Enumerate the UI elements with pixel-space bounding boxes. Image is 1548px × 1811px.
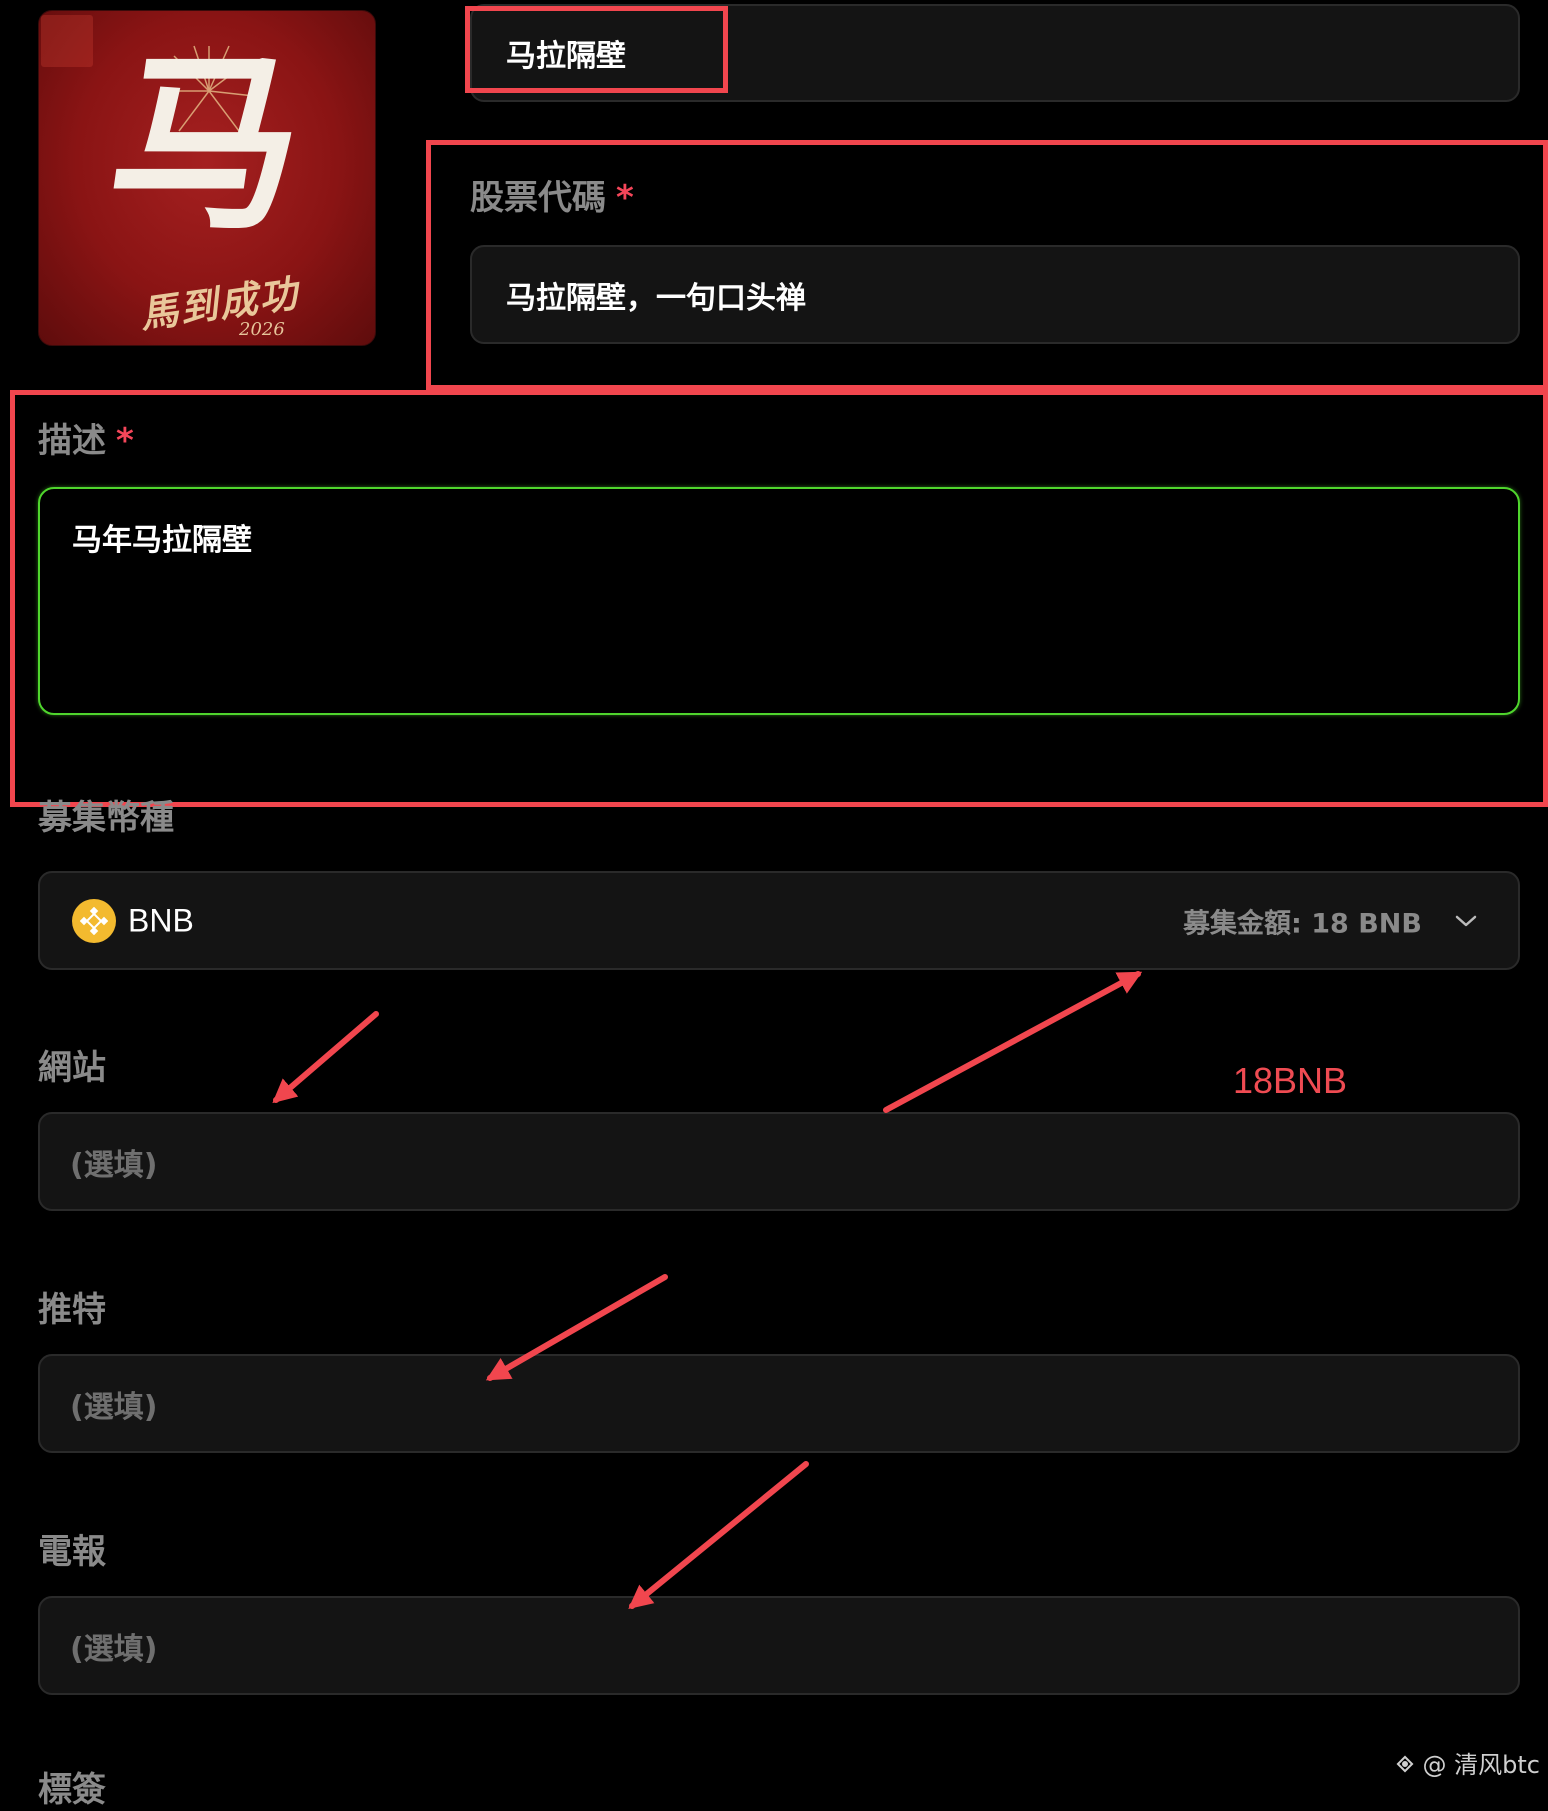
telegram-label: 電報	[38, 1532, 106, 1572]
annotation-box-name	[465, 6, 728, 93]
raise-currency-label-text: 募集幣種	[38, 798, 174, 838]
description-label: 描述 *	[38, 413, 134, 462]
tags-label: 標簽	[38, 1770, 106, 1810]
website-placeholder: (選填)	[70, 1147, 158, 1183]
raise-currency-label: 募集幣種	[38, 798, 174, 838]
arrow-telegram	[628, 1461, 809, 1610]
watermark-text: @ 清风btc	[1422, 1751, 1540, 1779]
twitter-input[interactable]: (選填)	[38, 1354, 1520, 1453]
horse-character: 马	[96, 32, 318, 255]
image-year: 2026	[239, 319, 285, 340]
watermark: @ 清风btc	[1393, 1745, 1540, 1782]
bnb-coin-icon	[72, 898, 116, 943]
ticker-input[interactable]: 马拉隔壁，一句口头禅	[470, 245, 1520, 344]
annotation-note: 18BNB	[1233, 1060, 1348, 1101]
arrow-raise-amount	[883, 971, 1143, 1113]
required-mark: *	[616, 178, 634, 218]
required-mark: *	[116, 421, 134, 461]
description-label-text: 描述	[38, 421, 106, 461]
ticker-value: 马拉隔壁，一句口头禅	[506, 280, 806, 316]
description-textarea[interactable]: 马年马拉隔壁	[38, 487, 1520, 715]
telegram-input[interactable]: (選填)	[38, 1596, 1520, 1695]
raise-currency-select[interactable]: BNB 募集金額: 18 BNB	[38, 871, 1520, 970]
arrow-website	[272, 1011, 379, 1104]
binance-square-icon	[1393, 1752, 1417, 1782]
selected-currency: BNB	[128, 902, 194, 938]
chevron-down-icon[interactable]	[1454, 913, 1478, 929]
token-image[interactable]: 马 馬到成功 2026	[38, 10, 376, 346]
twitter-label: 推特	[38, 1290, 106, 1330]
ticker-label-text: 股票代碼	[470, 178, 606, 218]
website-input[interactable]: (選填)	[38, 1112, 1520, 1211]
raise-amount: 募集金額: 18 BNB	[1183, 908, 1422, 939]
telegram-placeholder: (選填)	[70, 1631, 158, 1667]
website-label: 網站	[38, 1048, 106, 1088]
twitter-placeholder: (選填)	[70, 1389, 158, 1425]
description-value: 马年马拉隔壁	[72, 523, 252, 558]
ticker-label: 股票代碼 *	[470, 170, 634, 219]
